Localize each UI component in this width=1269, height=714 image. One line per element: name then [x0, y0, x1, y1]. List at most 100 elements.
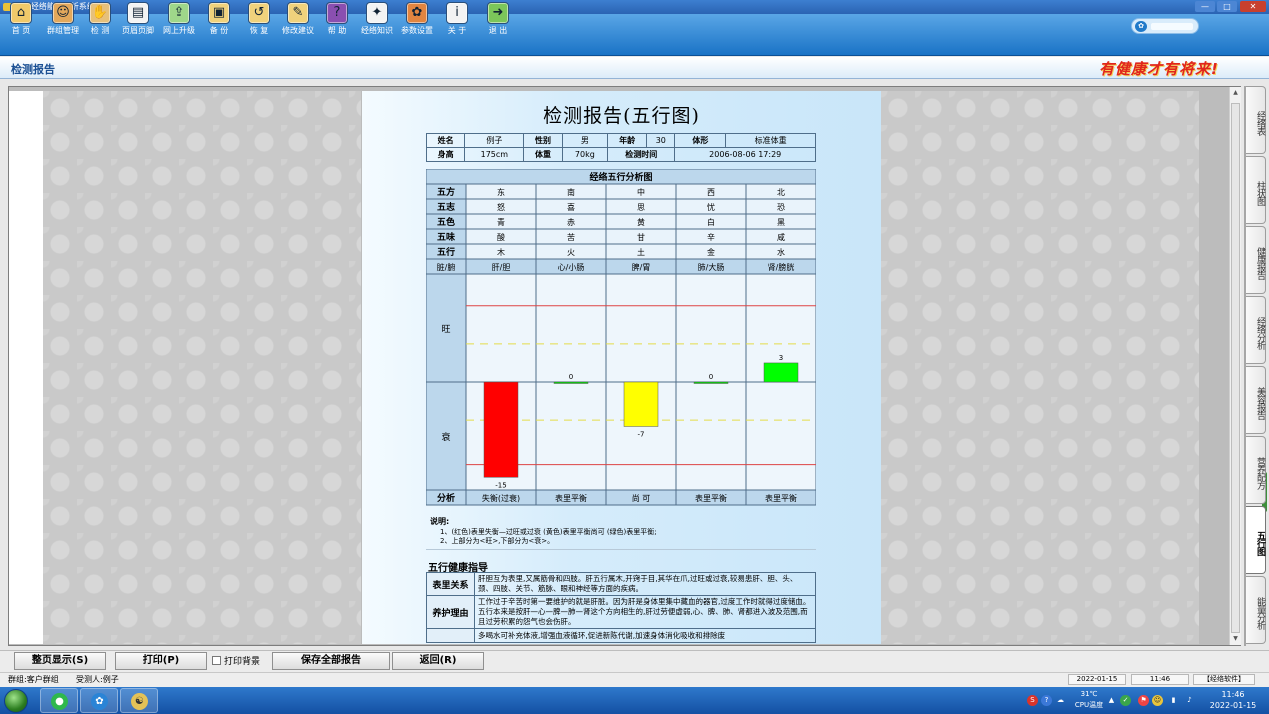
tab-1[interactable]: 经络表 [1246, 86, 1266, 154]
row-value: 赤 [567, 218, 575, 227]
bar-value-label: 0 [709, 373, 713, 381]
tct-app-icon: ☯ [131, 693, 148, 710]
toolbar-button[interactable]: ✦ 经络知识 [356, 2, 398, 41]
tab-3[interactable]: 健康报告 [1246, 226, 1266, 294]
bar-1 [483, 381, 519, 478]
backup-icon: ▣ [208, 2, 230, 24]
analysis-value: 表里平衡 [765, 493, 797, 503]
taskbar-tct[interactable]: ☯ [120, 688, 158, 713]
taskbar-clock[interactable]: 11:46 2022-01-15 [1204, 689, 1262, 713]
tray-chevron-icon[interactable]: ▲ [1106, 695, 1117, 706]
row-value: 苦 [567, 232, 575, 242]
toolbar-button[interactable]: ☺ 群组管理 [42, 2, 84, 41]
minimize-button[interactable]: — [1195, 1, 1215, 12]
tab-4[interactable]: 经络分析 [1246, 296, 1266, 364]
tab-8[interactable]: 能量分析 [1246, 576, 1266, 644]
baidu-icon: ✿ [1135, 21, 1147, 32]
tab-6[interactable]: 营养配方 [1246, 436, 1266, 504]
toolbar-button[interactable]: ✋ 检 测 [86, 2, 114, 41]
baidu-icon: ✿ [91, 693, 108, 710]
about-icon: i [446, 2, 468, 24]
height-label: 身高 [425, 147, 466, 162]
row-value: 思 [637, 203, 645, 212]
search-input[interactable] [1151, 23, 1193, 30]
tab-7[interactable]: 五行图 [1246, 506, 1266, 574]
bar-value-label: -15 [495, 481, 506, 489]
guide-text: 多喝水可补充体液,增强血液循环,促进新陈代谢,加速身体消化吸收和排除废 [474, 628, 816, 643]
tray-flag-icon[interactable]: ⚑ [1138, 695, 1149, 706]
bar-value-label: -7 [638, 430, 645, 438]
weight-value: 70kg [561, 147, 609, 162]
scroll-thumb[interactable] [1231, 103, 1240, 633]
tray-help-icon[interactable]: ? [1041, 695, 1052, 706]
tab-5[interactable]: 美容报告 [1246, 366, 1266, 434]
back-button[interactable]: 返回(R) [392, 652, 484, 670]
report-page: 检测报告(五行图) 姓名 例子 性别 男 年龄 30 体形 标准体重 身高 17… [362, 91, 881, 644]
age-value: 30 [646, 133, 676, 148]
toolbar-button[interactable]: i 关 于 [441, 2, 473, 41]
height-value: 175cm [464, 147, 525, 162]
search-box[interactable]: ✿ [1131, 18, 1199, 34]
analysis-value: 表里平衡 [695, 493, 727, 503]
help-icon: ? [326, 2, 348, 24]
bar-4 [693, 381, 729, 384]
row-value: 青 [497, 217, 505, 227]
scroll-up-icon[interactable]: ▲ [1230, 87, 1241, 98]
full-page-button[interactable]: 整页显示(S) [14, 652, 106, 670]
toolbar-button[interactable]: ▣ 备 份 [203, 2, 235, 41]
page-title: 检测报告 [11, 63, 55, 76]
row-value: 恐 [777, 203, 785, 212]
close-button[interactable]: ✕ [1240, 1, 1266, 12]
row-label: 五味 [437, 231, 455, 243]
age-label: 年龄 [607, 133, 648, 148]
chart-title: 经络五行分析图 [589, 171, 652, 183]
toolbar-button[interactable]: ⌂ 首 页 [6, 2, 36, 41]
divider [426, 549, 816, 550]
toolbar-button-label: 经络知识 [361, 26, 393, 35]
tray-weather-icon[interactable]: ☁ [1055, 695, 1066, 706]
name-label: 姓名 [425, 133, 466, 148]
tray-app-icon[interactable]: ☺ [1152, 695, 1163, 706]
toolbar-button[interactable]: ✿ 参数设置 [396, 2, 438, 41]
row-value: 火 [567, 248, 575, 257]
background-pattern-right [881, 91, 1199, 644]
taskbar-browser[interactable]: ✿ [80, 688, 118, 713]
page-icon: ▤ [127, 2, 149, 24]
toolbar-button[interactable]: ➜ 退 出 [483, 2, 513, 41]
exit-icon: ➜ [487, 2, 509, 24]
guide-text: 工作过于辛苦时第一要维护的就是肝脏。因为肝是身体里集中藏血的器官,过度工作时就得… [474, 595, 816, 629]
guide-text: 肝胆互为表里,又属筋骨和四肢。肝五行属木,开窍于目,其华在爪,过旺或过衰,较易患… [474, 572, 816, 596]
toolbar-button[interactable]: ↺ 恢 复 [243, 2, 275, 41]
cpu-temperature[interactable]: 31℃ CPU温度 [1070, 689, 1108, 711]
print-background-checkbox[interactable] [212, 656, 221, 665]
guide-label: 表里关系 [426, 572, 475, 596]
tab-2[interactable]: 柱状图 [1246, 156, 1266, 224]
toolbar-button-label: 网上升级 [163, 26, 195, 35]
scroll-down-icon[interactable]: ▼ [1230, 633, 1241, 644]
row-value: 土 [637, 247, 645, 257]
toolbar-button[interactable]: ⇪ 网上升级 [158, 2, 200, 41]
vertical-scrollbar[interactable]: ▲ ▼ [1229, 87, 1241, 645]
row-value: 东 [497, 187, 505, 197]
row-value: 酸 [497, 232, 505, 242]
tray-security-icon[interactable]: S [1027, 695, 1038, 706]
maximize-button[interactable]: □ [1217, 1, 1237, 12]
book-icon: ✦ [366, 2, 388, 24]
print-button[interactable]: 打印(P) [115, 652, 207, 670]
volume-icon[interactable]: ♪ [1184, 695, 1195, 706]
save-all-button[interactable]: 保存全部报告 [272, 652, 390, 670]
row-value: 忧 [707, 202, 715, 212]
organ-label: 脏/腑 [437, 262, 456, 272]
toolbar-button[interactable]: ✎ 修改建议 [277, 2, 319, 41]
status-date: 2022-01-15 [1068, 674, 1126, 685]
toolbar-button-label: 帮 助 [327, 26, 347, 35]
network-icon[interactable]: ▮ [1168, 695, 1179, 706]
analysis-value: 尚 可 [632, 493, 651, 503]
toolbar-button[interactable]: ▤ 页眉页脚 [118, 2, 158, 41]
start-button[interactable] [4, 689, 28, 713]
taskbar-wechat[interactable]: ● [40, 688, 78, 713]
report-viewer: 检测报告(五行图) 姓名 例子 性别 男 年龄 30 体形 标准体重 身高 17… [8, 86, 1241, 646]
toolbar-button[interactable]: ? 帮 助 [323, 2, 351, 41]
row-label: 五色 [437, 216, 455, 228]
tray-shield-icon[interactable]: ✓ [1120, 695, 1131, 706]
